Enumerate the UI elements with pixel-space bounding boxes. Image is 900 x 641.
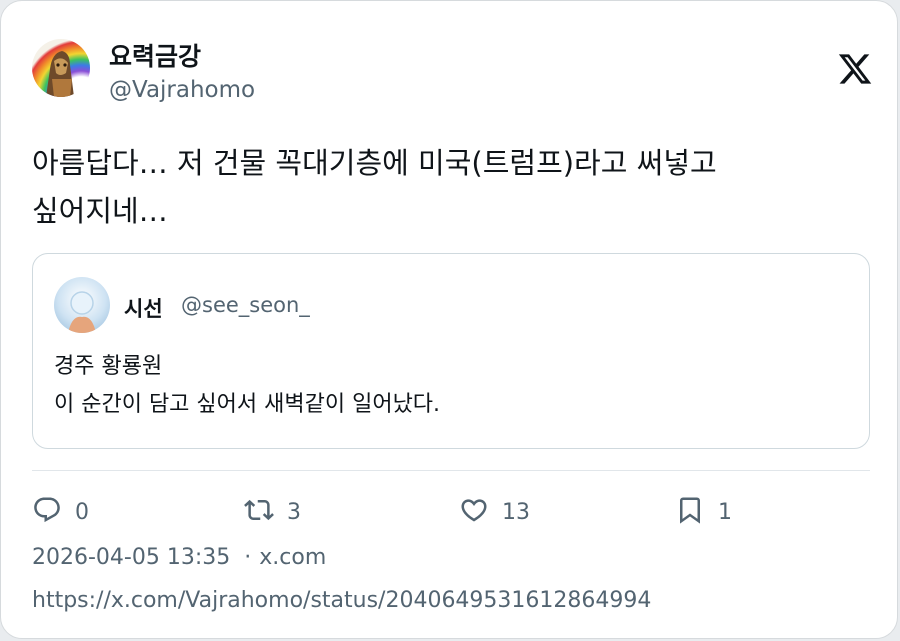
quoted-author-handle[interactable]: @see_seon_ xyxy=(181,293,310,317)
x-logo-icon[interactable] xyxy=(837,51,873,87)
divider xyxy=(32,470,870,471)
quoted-tweet-text: 경주 황룡원 이 순간이 담고 싶어서 새벽같이 일어났다. xyxy=(54,354,441,417)
author-handle[interactable]: @Vajrahomo xyxy=(109,77,255,103)
reply-button[interactable]: 0 xyxy=(32,495,89,529)
bookmark-count: 1 xyxy=(718,499,732,525)
quoted-author-name[interactable]: 시선 xyxy=(124,293,163,323)
reply-icon xyxy=(32,495,62,529)
tweet-card: 요력금강 @Vajrahomo 아름답다… 저 건물 꼭대기층에 미국(트럼프)… xyxy=(0,0,898,639)
tweet-meta: 2026-04-05 13:35 · x.com xyxy=(32,545,326,570)
bookmark-button[interactable]: 1 xyxy=(675,495,732,529)
author-avatar[interactable] xyxy=(32,39,90,97)
like-count: 13 xyxy=(502,499,530,525)
author-name[interactable]: 요력금강 xyxy=(109,37,201,73)
heart-icon xyxy=(459,495,489,529)
timestamp[interactable]: 2026-04-05 13:35 xyxy=(32,545,230,570)
retweet-button[interactable]: 3 xyxy=(244,495,301,529)
bookmark-icon xyxy=(675,495,705,529)
meta-separator: · xyxy=(244,545,252,570)
quoted-author-avatar[interactable] xyxy=(54,277,110,333)
retweet-count: 3 xyxy=(287,499,301,525)
quoted-tweet[interactable]: 시선 @see_seon_ 경주 황룡원 이 순간이 담고 싶어서 새벽같이 일… xyxy=(32,253,870,449)
source-link[interactable]: x.com xyxy=(259,545,326,570)
reply-count: 0 xyxy=(75,499,89,525)
retweet-icon xyxy=(244,495,274,529)
like-button[interactable]: 13 xyxy=(459,495,530,529)
tweet-text: 아름답다… 저 건물 꼭대기층에 미국(트럼프)라고 써넣고 싶어지네… xyxy=(32,146,717,228)
tweet-url-link[interactable]: https://x.com/Vajrahomo/status/204064953… xyxy=(32,588,651,613)
